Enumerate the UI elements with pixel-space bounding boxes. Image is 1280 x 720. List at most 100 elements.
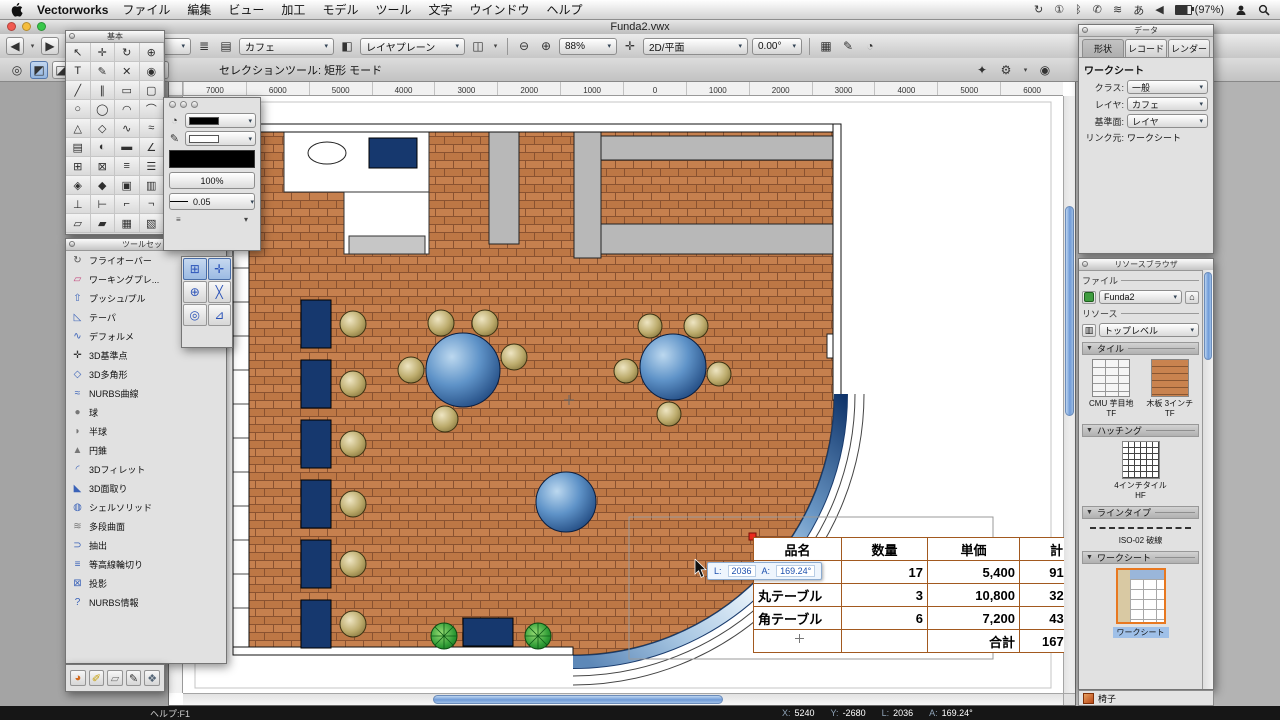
plane-dropdown[interactable]: レイヤ▾ (1127, 114, 1208, 128)
menu-item[interactable]: 文字 (428, 1, 452, 18)
battery-icon[interactable]: (97%) (1175, 4, 1224, 16)
class-options-icon[interactable]: ≣ (195, 37, 213, 55)
snap-button[interactable]: ╳ (208, 281, 232, 303)
resource-item[interactable]: CMU 芋目地TF (1083, 359, 1139, 419)
palette-close-button[interactable] (69, 33, 75, 39)
snap-button[interactable]: ⊞ (183, 258, 207, 280)
tool-icon[interactable]: ✛ (91, 43, 116, 62)
menu-item[interactable]: モデル (322, 1, 358, 18)
tool-icon[interactable]: ◆ (91, 176, 116, 195)
tool-icon[interactable]: ≈ (140, 119, 165, 138)
tool-icon[interactable]: ¬ (140, 195, 165, 214)
menubar-status-icon[interactable]: ᛒ (1075, 2, 1082, 18)
toolset-item[interactable]: ≋ 多段曲面 (66, 517, 226, 536)
class-dropdown[interactable]: 一般▾ (1127, 80, 1208, 94)
gear-dropdown[interactable]: ▾ (1021, 61, 1030, 79)
resource-scrollbar[interactable] (1202, 270, 1213, 689)
tool-icon[interactable]: ◉ (140, 62, 165, 81)
zoom-dropdown[interactable]: 88%▾ (559, 38, 617, 55)
save-view-dropdown[interactable]: ▾ (491, 37, 500, 55)
palette-minimize-button[interactable] (180, 101, 187, 108)
folder-dropdown[interactable]: トップレベル▾ (1099, 323, 1199, 337)
tool-icon[interactable]: ✎ (91, 62, 116, 81)
menubar-status-icon[interactable]: あ (1133, 2, 1144, 18)
info-tab[interactable]: レンダー (1168, 39, 1210, 57)
tool-icon[interactable]: ∥ (91, 81, 116, 100)
annotation-icon[interactable]: ✎ (839, 37, 857, 55)
resource-item[interactable]: 4インチタイルHF (1113, 441, 1169, 501)
user-menu-icon[interactable] (1235, 4, 1247, 16)
menu-item[interactable]: ビュー (228, 1, 264, 18)
tool-icon[interactable]: ╱ (66, 81, 91, 100)
menu-item[interactable]: 編集 (187, 1, 211, 18)
flash-icon[interactable]: ✦ (973, 61, 991, 79)
tool-icon[interactable]: ▢ (140, 81, 165, 100)
snap-button[interactable]: ✛ (208, 258, 232, 280)
layer-dropdown[interactable]: カフェ▾ (239, 38, 334, 55)
section-header-tiles[interactable]: ▼タイル (1082, 342, 1199, 355)
quick-tool-button[interactable]: ✎ (126, 670, 142, 686)
toolset-item[interactable]: ≡ 等高線輪切り (66, 555, 226, 574)
toolset-item[interactable]: ◜ 3Dフィレット (66, 460, 226, 479)
tool-icon[interactable]: ▭ (115, 81, 140, 100)
toolset-item[interactable]: ≈ NURBS曲線 (66, 384, 226, 403)
tool-icon[interactable]: ◇ (91, 119, 116, 138)
forward-button[interactable]: ▶ (41, 37, 59, 55)
resource-item[interactable]: 木板 3インチTF (1142, 359, 1198, 419)
horizontal-scrollbar[interactable] (183, 693, 1064, 705)
toolset-item[interactable]: ✛ 3D基準点 (66, 346, 226, 365)
gear-icon[interactable]: ⚙ (997, 61, 1015, 79)
tool-icon[interactable]: ▦ (115, 214, 140, 233)
tool-icon[interactable]: ◯ (91, 100, 116, 119)
linetype-sample[interactable] (1082, 522, 1199, 534)
toolset-item[interactable]: ? NURBS情報 (66, 593, 226, 612)
palette-titlebar[interactable]: データ (1079, 25, 1213, 37)
toolset-item[interactable]: ● 球 (66, 403, 226, 422)
section-header-hatches[interactable]: ▼ハッチング (1082, 424, 1199, 437)
tool-icon[interactable]: ◠ (115, 100, 140, 119)
toolset-item[interactable]: ◗ 半球 (66, 422, 226, 441)
tool-icon[interactable]: ↻ (115, 43, 140, 62)
palette-close-button[interactable] (1082, 27, 1088, 33)
pan-icon[interactable]: ✛ (621, 37, 639, 55)
app-menu[interactable]: Vectorworks (37, 3, 108, 17)
tool-icon[interactable]: ⊢ (91, 195, 116, 214)
tool-icon[interactable]: ☰ (140, 157, 165, 176)
tool-icon[interactable]: ⊕ (140, 43, 165, 62)
attribute-dropdown-icon[interactable]: ▾ (244, 215, 248, 224)
toolset-item[interactable]: ◣ 3D面取り (66, 479, 226, 498)
eye-icon[interactable]: ◉ (1036, 61, 1054, 79)
layer-dropdown[interactable]: カフェ▾ (1127, 97, 1208, 111)
save-view-icon[interactable]: ◫ (469, 37, 487, 55)
palette-zoom-button[interactable] (191, 101, 198, 108)
zoom-in-icon[interactable]: ⊕ (537, 37, 555, 55)
apple-menu-icon[interactable] (10, 2, 23, 17)
menubar-status-icon[interactable]: ≋ (1113, 2, 1122, 18)
tool-icon[interactable]: ▤ (66, 138, 91, 157)
tool-icon[interactable]: ∠ (140, 138, 165, 157)
snap-button[interactable]: ⊿ (208, 304, 232, 326)
palette-close-button[interactable] (1082, 261, 1088, 267)
view-mode-dropdown[interactable]: 2D/平面▾ (643, 38, 748, 55)
pen-color-dropdown[interactable]: ▾ (185, 131, 256, 146)
menubar-status-icon[interactable]: ↻ (1034, 2, 1043, 18)
zoom-out-icon[interactable]: ⊖ (515, 37, 533, 55)
tool-icon[interactable]: ⊞ (66, 157, 91, 176)
tool-icon[interactable]: ↖ (66, 43, 91, 62)
drawing-canvas[interactable]: 品名数量単価計 椅子 17 5,400 91,800 (183, 96, 1064, 693)
tool-icon[interactable]: T (66, 62, 91, 81)
fill-color-dropdown[interactable]: ▾ (185, 113, 256, 128)
layers-icon[interactable]: ▤ (217, 37, 235, 55)
plane-icon[interactable]: ◧ (338, 37, 356, 55)
palette-close-button[interactable] (169, 101, 176, 108)
spotlight-icon[interactable] (1258, 4, 1270, 16)
toolset-item[interactable]: ⊠ 投影 (66, 574, 226, 593)
file-dropdown[interactable]: Funda2▾ (1099, 290, 1182, 304)
tool-icon[interactable]: ⊥ (66, 195, 91, 214)
tool-icon[interactable]: ◈ (66, 176, 91, 195)
quick-tool-button[interactable]: ▱ (107, 670, 123, 686)
toolset-item[interactable]: ▲ 円錐 (66, 441, 226, 460)
tool-icon[interactable]: ⌐ (115, 195, 140, 214)
tool-icon[interactable]: ▥ (140, 176, 165, 195)
menu-item[interactable]: ウインドウ (469, 1, 529, 18)
